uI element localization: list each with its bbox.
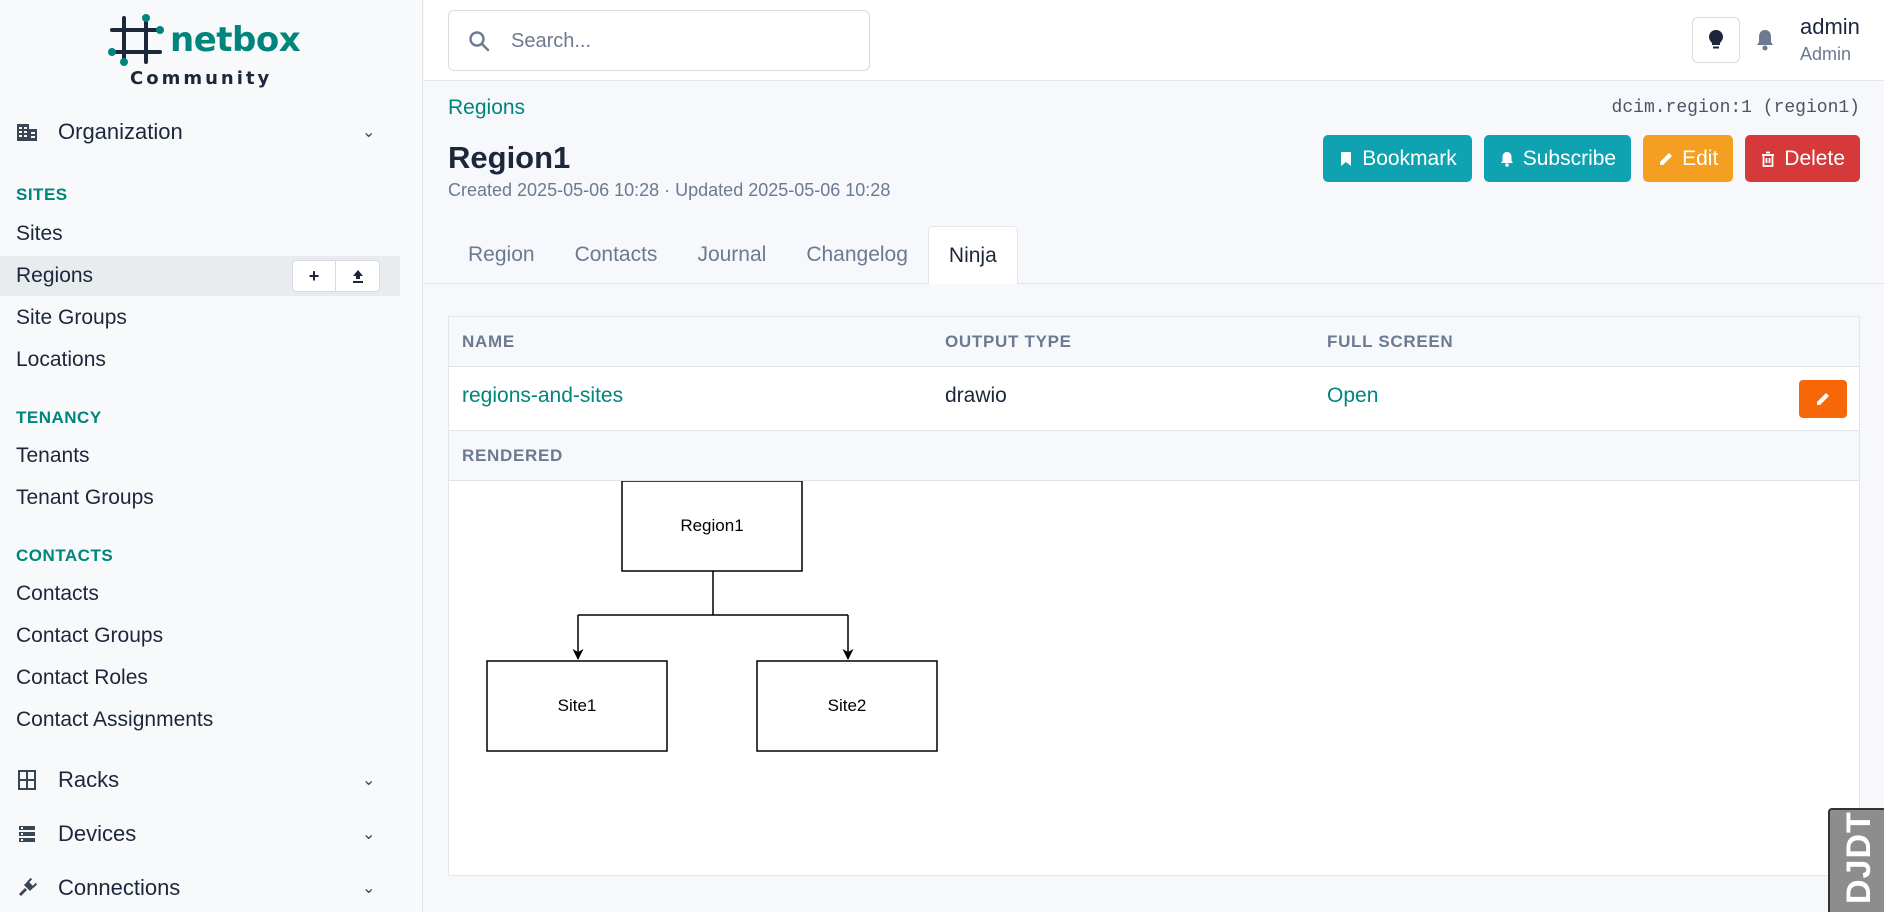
rendered-label: RENDERED <box>462 446 564 465</box>
node-site2: Site2 <box>756 660 938 752</box>
diagram-connectors <box>572 571 854 660</box>
rendered-header: RENDERED <box>449 431 1859 481</box>
search-box <box>448 10 870 71</box>
tab-region[interactable]: Region <box>448 226 555 284</box>
sidebar-item-site-groups[interactable]: Site Groups <box>0 298 400 338</box>
tab-changelog[interactable]: Changelog <box>786 226 928 284</box>
chevron-down-icon: ⌄ <box>362 124 376 141</box>
chevron-down-icon: ⌄ <box>362 772 376 789</box>
bookmark-label: Bookmark <box>1362 146 1457 170</box>
trash-icon <box>1762 151 1775 167</box>
tab-journal[interactable]: Journal <box>677 226 786 284</box>
full-screen-open-link[interactable]: Open <box>1327 384 1378 408</box>
nav-group-label: Connections <box>58 875 181 900</box>
column-header-full-screen[interactable]: FULL SCREEN <box>1327 332 1453 352</box>
sidebar-item-tenant-groups[interactable]: Tenant Groups <box>0 478 400 518</box>
edit-template-button[interactable] <box>1799 380 1847 418</box>
node-site1-label: Site1 <box>558 696 597 715</box>
search-input[interactable] <box>511 25 851 57</box>
section-tenancy: TENANCY <box>16 408 102 427</box>
user-role: Admin <box>1800 44 1852 64</box>
breadcrumb-regions[interactable]: Regions <box>448 96 525 120</box>
delete-button[interactable]: Delete <box>1745 135 1860 182</box>
sidebar: netbox Community Organization ⌄ SITES Si… <box>0 0 423 912</box>
nav-group-label: Devices <box>58 821 137 846</box>
plug-icon <box>19 877 38 896</box>
sidebar-item-contact-roles[interactable]: Contact Roles <box>0 658 400 698</box>
theme-toggle-button[interactable] <box>1692 17 1740 63</box>
tab-contacts[interactable]: Contacts <box>555 226 678 284</box>
template-name-link[interactable]: regions-and-sites <box>462 384 623 408</box>
pencil-icon <box>1660 152 1673 165</box>
top-header: admin Admin <box>424 0 1884 81</box>
drawio-diagram: Region1 Site1 Site2 <box>486 480 938 752</box>
sidebar-item-regions[interactable]: Regions + <box>0 256 400 296</box>
object-identifier: dcim.region:1 (region1) <box>1611 98 1860 118</box>
column-header-output-type[interactable]: OUTPUT TYPE <box>945 332 1072 352</box>
sidebar-item-label: Regions <box>16 264 94 287</box>
bookmark-icon <box>1341 151 1352 166</box>
tab-ninja[interactable]: Ninja <box>927 226 1018 284</box>
logo-subtitle: Community <box>130 68 273 89</box>
sidebar-item-contacts[interactable]: Contacts <box>0 574 400 614</box>
column-header-name[interactable]: NAME <box>462 332 515 352</box>
sidebar-item-tenants[interactable]: Tenants <box>0 436 400 476</box>
section-contacts: CONTACTS <box>16 546 114 565</box>
node-site2-label: Site2 <box>828 696 867 715</box>
chevron-down-icon: ⌄ <box>362 880 376 897</box>
sidebar-item-contact-assignments[interactable]: Contact Assignments <box>0 700 400 740</box>
edit-label: Edit <box>1682 146 1719 170</box>
search-icon <box>469 31 490 52</box>
rendered-diagram: Region1 Site1 Site2 <box>449 480 1859 876</box>
nav-group-racks[interactable]: Racks ⌄ <box>0 753 423 807</box>
object-tabs: Region Contacts Journal Changelog Ninja <box>448 226 1018 284</box>
nav-group-devices[interactable]: Devices ⌄ <box>0 807 423 861</box>
node-region1-label: Region1 <box>680 516 743 535</box>
table-row: regions-and-sites drawio Open <box>449 367 1859 431</box>
page-meta: Created 2025-05-06 10:28 · Updated 2025-… <box>448 180 891 200</box>
chevron-down-icon: ⌄ <box>362 826 376 843</box>
import-regions-button[interactable] <box>336 260 380 292</box>
add-region-button[interactable]: + <box>292 260 336 292</box>
node-site1: Site1 <box>486 660 668 752</box>
edit-button[interactable]: Edit <box>1643 135 1734 182</box>
pencil-icon <box>1817 393 1829 405</box>
bookmark-button[interactable]: Bookmark <box>1323 135 1472 182</box>
netbox-logo-icon <box>108 14 164 66</box>
section-sites: SITES <box>16 185 68 204</box>
user-name[interactable]: admin <box>1800 14 1860 40</box>
delete-label: Delete <box>1784 146 1845 170</box>
rack-icon <box>18 770 36 790</box>
djdt-label: DJDT <box>1840 811 1878 904</box>
upload-icon <box>352 270 363 283</box>
object-actions: Bookmark Subscribe Edit Delete <box>1323 135 1860 182</box>
nav-group-label: Organization <box>58 119 183 144</box>
netbox-logo[interactable]: netbox Community <box>108 14 301 94</box>
page-title: Region1 <box>448 140 571 175</box>
logo-wordmark: netbox <box>170 20 301 60</box>
django-debug-toolbar-handle[interactable]: DJDT <box>1828 808 1884 912</box>
subscribe-label: Subscribe <box>1522 146 1617 170</box>
building-icon <box>17 124 37 141</box>
nav-group-connections[interactable]: Connections ⌄ <box>0 861 423 912</box>
node-region1: Region1 <box>621 480 803 572</box>
bell-icon[interactable] <box>1754 28 1776 52</box>
sidebar-item-sites[interactable]: Sites <box>0 214 400 254</box>
sidebar-item-contact-groups[interactable]: Contact Groups <box>0 616 400 656</box>
table-header: NAME OUTPUT TYPE FULL SCREEN <box>449 317 1859 367</box>
nav-group-organization[interactable]: Organization ⌄ <box>0 105 423 159</box>
subscribe-button[interactable]: Subscribe <box>1483 135 1632 182</box>
lightbulb-icon <box>1709 30 1723 49</box>
sidebar-item-locations[interactable]: Locations <box>0 340 400 380</box>
regions-actions: + <box>292 260 380 292</box>
bell-plus-icon <box>1500 151 1513 167</box>
server-icon <box>19 826 35 842</box>
output-type-value: drawio <box>945 384 1007 407</box>
nav-group-label: Racks <box>58 767 120 792</box>
ninja-card: NAME OUTPUT TYPE FULL SCREEN regions-and… <box>448 316 1860 876</box>
